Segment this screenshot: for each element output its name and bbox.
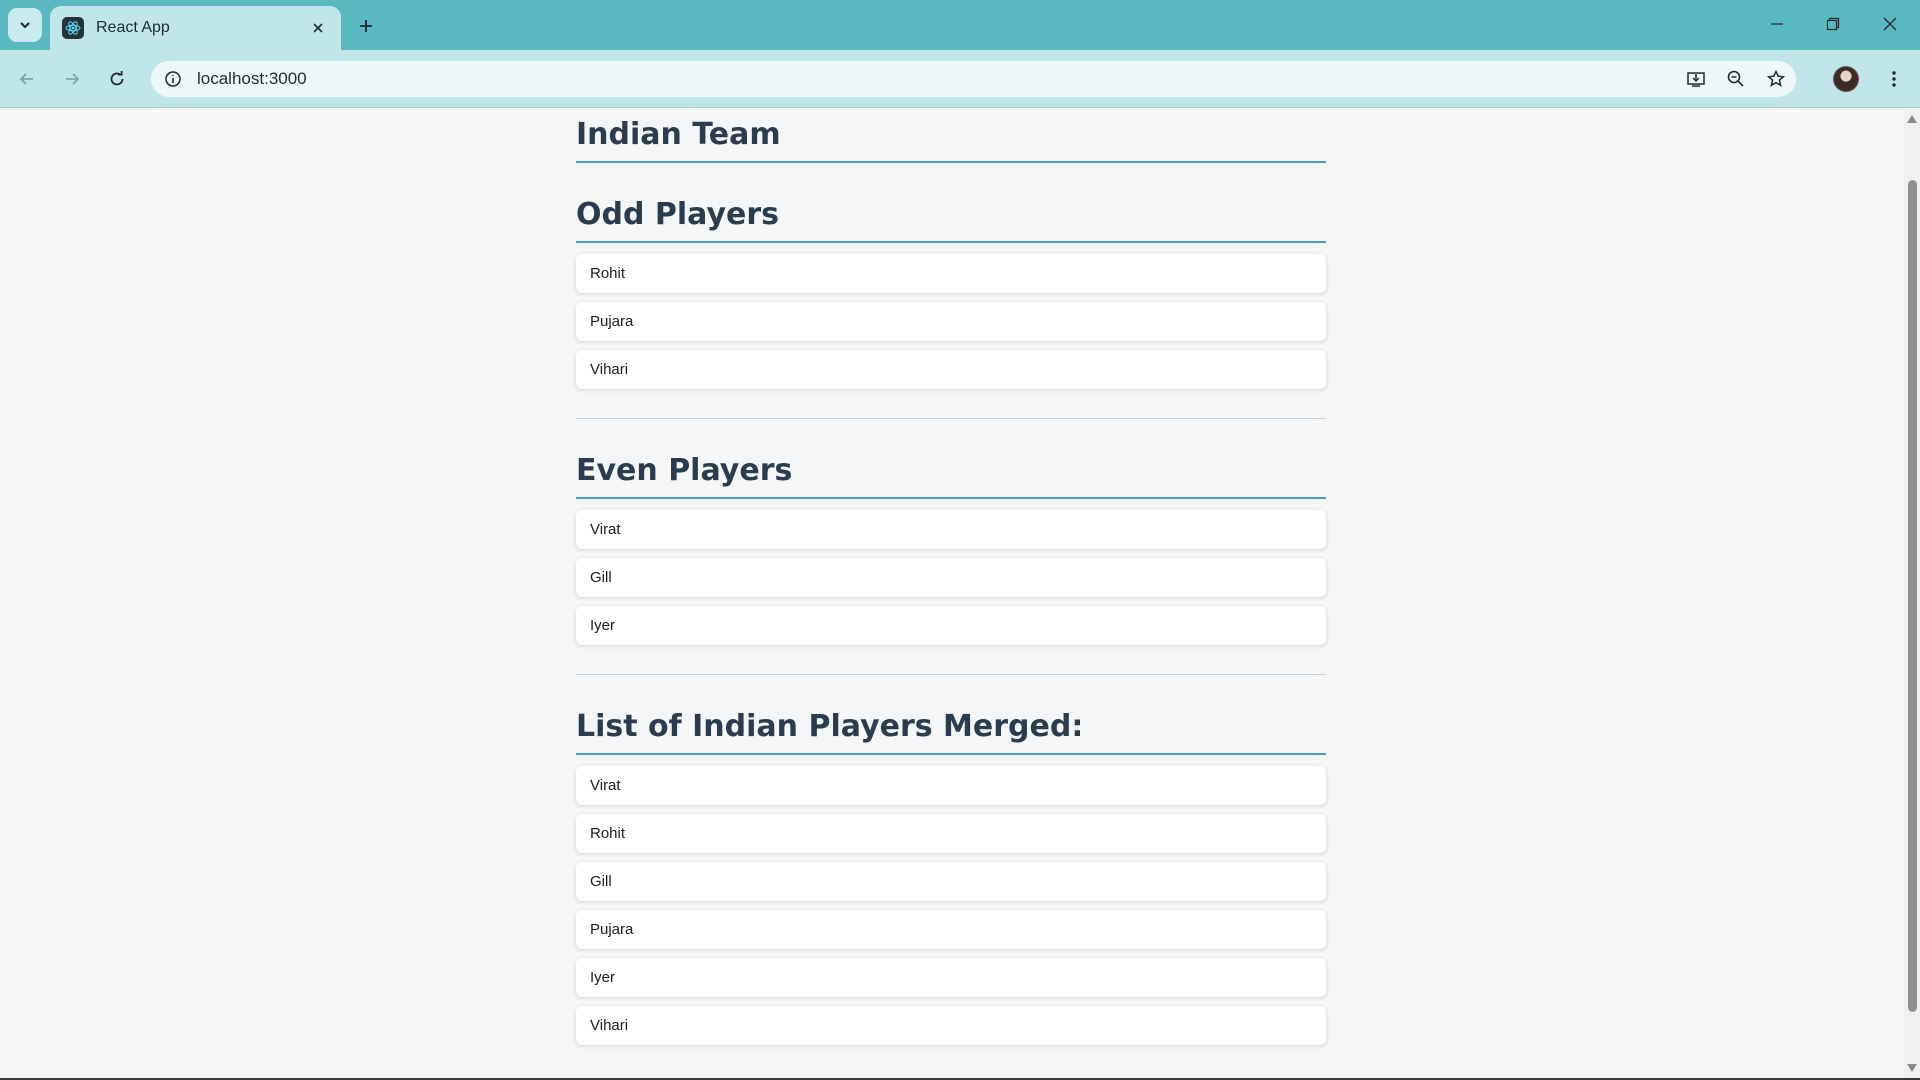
zoom-button[interactable] xyxy=(1716,61,1756,97)
restore-icon xyxy=(1826,17,1840,31)
arrow-left-icon xyxy=(19,73,33,85)
section-divider xyxy=(576,674,1326,675)
list-item: Rohit xyxy=(576,254,1326,293)
triangle-up-icon xyxy=(1907,115,1917,123)
reload-icon xyxy=(110,71,124,86)
list-item: Virat xyxy=(576,766,1326,805)
browser-toolbar: localhost:3000 xyxy=(0,50,1920,108)
list-item: Rohit xyxy=(576,814,1326,853)
even-players-section: Even Players Virat Gill Iyer xyxy=(576,453,1326,675)
react-logo-icon xyxy=(62,17,84,39)
zoom-out-icon xyxy=(1727,70,1744,87)
team-container: Indian Team Odd Players Rohit Pujara Vih… xyxy=(576,108,1326,1045)
more-vertical-icon xyxy=(1892,71,1896,87)
player-list: Virat Gill Iyer xyxy=(576,510,1326,645)
site-info-button[interactable] xyxy=(155,61,191,97)
tab-title: React App xyxy=(96,19,170,36)
profile-avatar[interactable] xyxy=(1833,66,1859,92)
page-viewport: Indian Team Odd Players Rohit Pujara Vih… xyxy=(0,108,1904,1078)
new-tab-button[interactable] xyxy=(352,12,380,40)
list-item: Vihari xyxy=(576,350,1326,389)
close-icon xyxy=(313,23,323,33)
tab-search-button[interactable] xyxy=(8,8,42,42)
list-item: Gill xyxy=(576,862,1326,901)
section-title: Odd Players xyxy=(576,197,1326,243)
section-title: Even Players xyxy=(576,453,1326,499)
vertical-scrollbar[interactable] xyxy=(1904,108,1920,1078)
forward-button[interactable] xyxy=(54,61,90,97)
page-title: Indian Team xyxy=(576,108,1326,163)
tab-close-button[interactable] xyxy=(307,17,329,39)
close-icon xyxy=(1883,17,1897,31)
merged-players-section: List of Indian Players Merged: Virat Roh… xyxy=(576,709,1326,1045)
odd-players-section: Odd Players Rohit Pujara Vihari xyxy=(576,197,1326,419)
minimize-icon xyxy=(1771,23,1783,25)
close-window-button[interactable] xyxy=(1866,6,1914,42)
browser-menu-button[interactable] xyxy=(1876,61,1912,97)
scrollbar-thumb[interactable] xyxy=(1908,180,1917,1012)
install-app-button[interactable] xyxy=(1676,61,1716,97)
chevron-down-icon xyxy=(20,22,30,29)
list-item: Pujara xyxy=(576,910,1326,949)
section-divider xyxy=(576,418,1326,419)
reload-button[interactable] xyxy=(99,61,135,97)
player-list: Virat Rohit Gill Pujara Iyer Vihari xyxy=(576,766,1326,1045)
list-item: Gill xyxy=(576,558,1326,597)
list-item: Vihari xyxy=(576,1006,1326,1045)
info-icon xyxy=(165,71,181,87)
address-bar-actions xyxy=(1676,61,1796,97)
triangle-down-icon xyxy=(1907,1064,1917,1072)
tab-react-app[interactable]: React App xyxy=(50,6,341,50)
list-item: Iyer xyxy=(576,958,1326,997)
plus-icon xyxy=(360,20,372,32)
address-bar[interactable]: localhost:3000 xyxy=(151,61,1796,97)
list-item: Iyer xyxy=(576,606,1326,645)
section-title: List of Indian Players Merged: xyxy=(576,709,1326,755)
arrow-right-icon xyxy=(66,73,80,85)
bookmark-button[interactable] xyxy=(1756,61,1796,97)
scroll-up-arrow[interactable] xyxy=(1907,114,1917,124)
scroll-down-arrow[interactable] xyxy=(1907,1063,1917,1073)
list-item: Virat xyxy=(576,510,1326,549)
install-icon xyxy=(1687,72,1705,87)
restore-button[interactable] xyxy=(1809,6,1857,42)
back-button[interactable] xyxy=(9,61,45,97)
minimize-button[interactable] xyxy=(1753,6,1801,42)
star-icon xyxy=(1766,69,1786,87)
tab-strip: React App xyxy=(0,0,1920,50)
list-item: Pujara xyxy=(576,302,1326,341)
url-text[interactable]: localhost:3000 xyxy=(197,69,307,89)
player-list: Rohit Pujara Vihari xyxy=(576,254,1326,389)
